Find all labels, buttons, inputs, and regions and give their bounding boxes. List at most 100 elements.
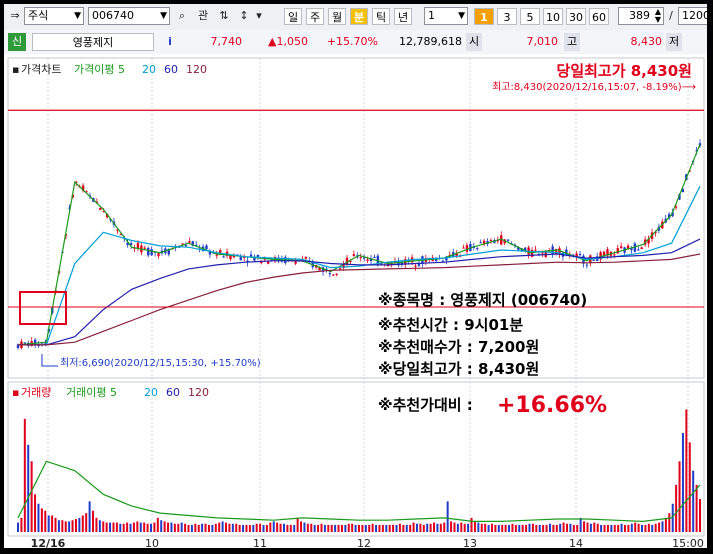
total-input[interactable]: 1200 bbox=[678, 7, 707, 25]
legend-ma120: 120 bbox=[186, 63, 207, 76]
candle-body bbox=[335, 273, 338, 275]
volume-bar bbox=[153, 522, 156, 532]
change-percent: +15.70% bbox=[326, 35, 378, 48]
spinner-icon[interactable]: ▲ ▼ bbox=[655, 8, 661, 24]
volume-bar bbox=[54, 517, 57, 532]
volume-bar bbox=[218, 522, 221, 532]
minute-button[interactable]: 3 bbox=[497, 8, 517, 25]
candle-body bbox=[373, 257, 376, 259]
dropdown-icon[interactable]: ▾ bbox=[254, 7, 264, 25]
gwan-button[interactable]: 관 bbox=[194, 7, 212, 25]
volume-bar bbox=[528, 523, 531, 532]
price-change: ▲1,050 bbox=[268, 35, 308, 48]
legend-vol-ma5: 거래이평 5 bbox=[66, 386, 117, 399]
volume-bar bbox=[102, 521, 105, 532]
minute-button[interactable]: 30 bbox=[566, 8, 586, 25]
info-line-high: ※당일최고가 : 8,430원 bbox=[378, 360, 539, 378]
candle-body bbox=[476, 248, 479, 250]
menu-arrow-icon[interactable]: ⇒ bbox=[8, 7, 22, 25]
period-tab[interactable]: 틱 bbox=[372, 8, 390, 25]
interval-select[interactable]: 1 ▼ bbox=[424, 7, 468, 25]
volume-bar bbox=[392, 524, 395, 532]
volume-bar bbox=[368, 524, 371, 532]
x-tick-label: 10 bbox=[145, 537, 159, 548]
period-tab[interactable]: 년 bbox=[394, 8, 412, 25]
volume-bar bbox=[647, 523, 650, 532]
volume-bar bbox=[17, 522, 19, 532]
volume-bar bbox=[664, 517, 667, 532]
count-value: 389 bbox=[629, 9, 650, 22]
candle-body bbox=[465, 245, 469, 252]
volume-bar bbox=[115, 522, 118, 532]
period-tab[interactable]: 일 bbox=[284, 8, 302, 25]
volume-bar bbox=[470, 517, 473, 532]
candle-body bbox=[136, 242, 140, 248]
candle-body bbox=[328, 273, 332, 275]
volume-bar bbox=[375, 524, 378, 532]
volume-bar bbox=[310, 523, 313, 532]
info-line-name: ※종목명 : 영풍제지 (006740) bbox=[378, 291, 587, 309]
period-tab[interactable]: 주 bbox=[306, 8, 324, 25]
volume-bar bbox=[525, 524, 528, 532]
period-tab[interactable]: 분 bbox=[350, 8, 368, 25]
volume-bar bbox=[61, 520, 64, 532]
legend-marker: ▪ bbox=[12, 386, 19, 399]
volume-bar bbox=[20, 517, 23, 532]
volume-bar bbox=[146, 523, 149, 532]
high-value: 8,430 bbox=[630, 35, 663, 48]
candle-body bbox=[506, 239, 510, 241]
volume-bar bbox=[327, 524, 330, 532]
chart-window: ⇒ 주식 ▼ 006740 ▼ ⌕ 관 ⇅ ↕ ▾ 일주월분틱년 1 ▼ 135… bbox=[2, 2, 709, 550]
volume-bar bbox=[282, 523, 285, 532]
candle-body bbox=[188, 241, 191, 243]
minute-button[interactable]: 1 bbox=[474, 8, 494, 25]
volume-bar bbox=[606, 524, 609, 532]
legend-marker: ▪ bbox=[12, 63, 19, 76]
volume-bar bbox=[473, 521, 476, 532]
volume-bar bbox=[122, 523, 125, 532]
volume-bar bbox=[490, 523, 493, 532]
volume-bar bbox=[361, 524, 364, 532]
volume-bar bbox=[245, 524, 248, 532]
candle-body bbox=[338, 268, 342, 270]
market-type-select[interactable]: 주식 ▼ bbox=[24, 7, 84, 25]
volume-bar bbox=[463, 523, 466, 532]
volume-value: 12,789,618 bbox=[399, 35, 462, 48]
volume-legend: ▪ 거래량 거래이평 5 20 60 120 bbox=[12, 386, 209, 399]
slash-separator: / bbox=[669, 9, 673, 22]
volume-bar bbox=[201, 523, 204, 532]
minute-button[interactable]: 10 bbox=[543, 8, 563, 25]
volume-bar bbox=[412, 522, 415, 532]
volume-bar bbox=[34, 494, 37, 532]
volume-bar bbox=[313, 524, 316, 532]
scroll-arrows-icon[interactable]: ↕ bbox=[236, 7, 252, 25]
volume-bar bbox=[531, 523, 534, 532]
volume-bar bbox=[576, 524, 579, 532]
volume-bar bbox=[504, 524, 507, 532]
info-icon[interactable]: i bbox=[162, 33, 178, 51]
volume-bar bbox=[330, 524, 333, 532]
count-input[interactable]: 389 ▲ ▼ bbox=[618, 7, 664, 25]
volume-bar bbox=[173, 523, 176, 532]
volume-bar bbox=[160, 520, 163, 532]
volume-bar bbox=[600, 524, 603, 532]
volume-bar bbox=[207, 524, 210, 532]
volume-bar bbox=[228, 523, 231, 532]
volume-bar bbox=[487, 524, 490, 532]
minute-button[interactable]: 5 bbox=[520, 8, 540, 25]
minute-button[interactable]: 60 bbox=[589, 8, 609, 25]
volume-bar bbox=[163, 521, 166, 532]
volume-bar bbox=[57, 520, 60, 532]
info-ratio-label: ※추천가대비 : bbox=[378, 396, 473, 414]
candle-body bbox=[637, 249, 640, 251]
period-tab[interactable]: 월 bbox=[328, 8, 346, 25]
volume-bar bbox=[572, 524, 575, 532]
stock-code-input[interactable]: 006740 ▼ bbox=[88, 7, 170, 25]
candle-body bbox=[602, 251, 606, 256]
volume-bar bbox=[344, 524, 347, 532]
search-icon[interactable]: ⌕ bbox=[174, 7, 190, 25]
volume-bar bbox=[37, 503, 40, 532]
volume-bar bbox=[27, 444, 30, 532]
sort-icon[interactable]: ⇅ bbox=[216, 7, 232, 25]
volume-bar bbox=[235, 523, 238, 532]
